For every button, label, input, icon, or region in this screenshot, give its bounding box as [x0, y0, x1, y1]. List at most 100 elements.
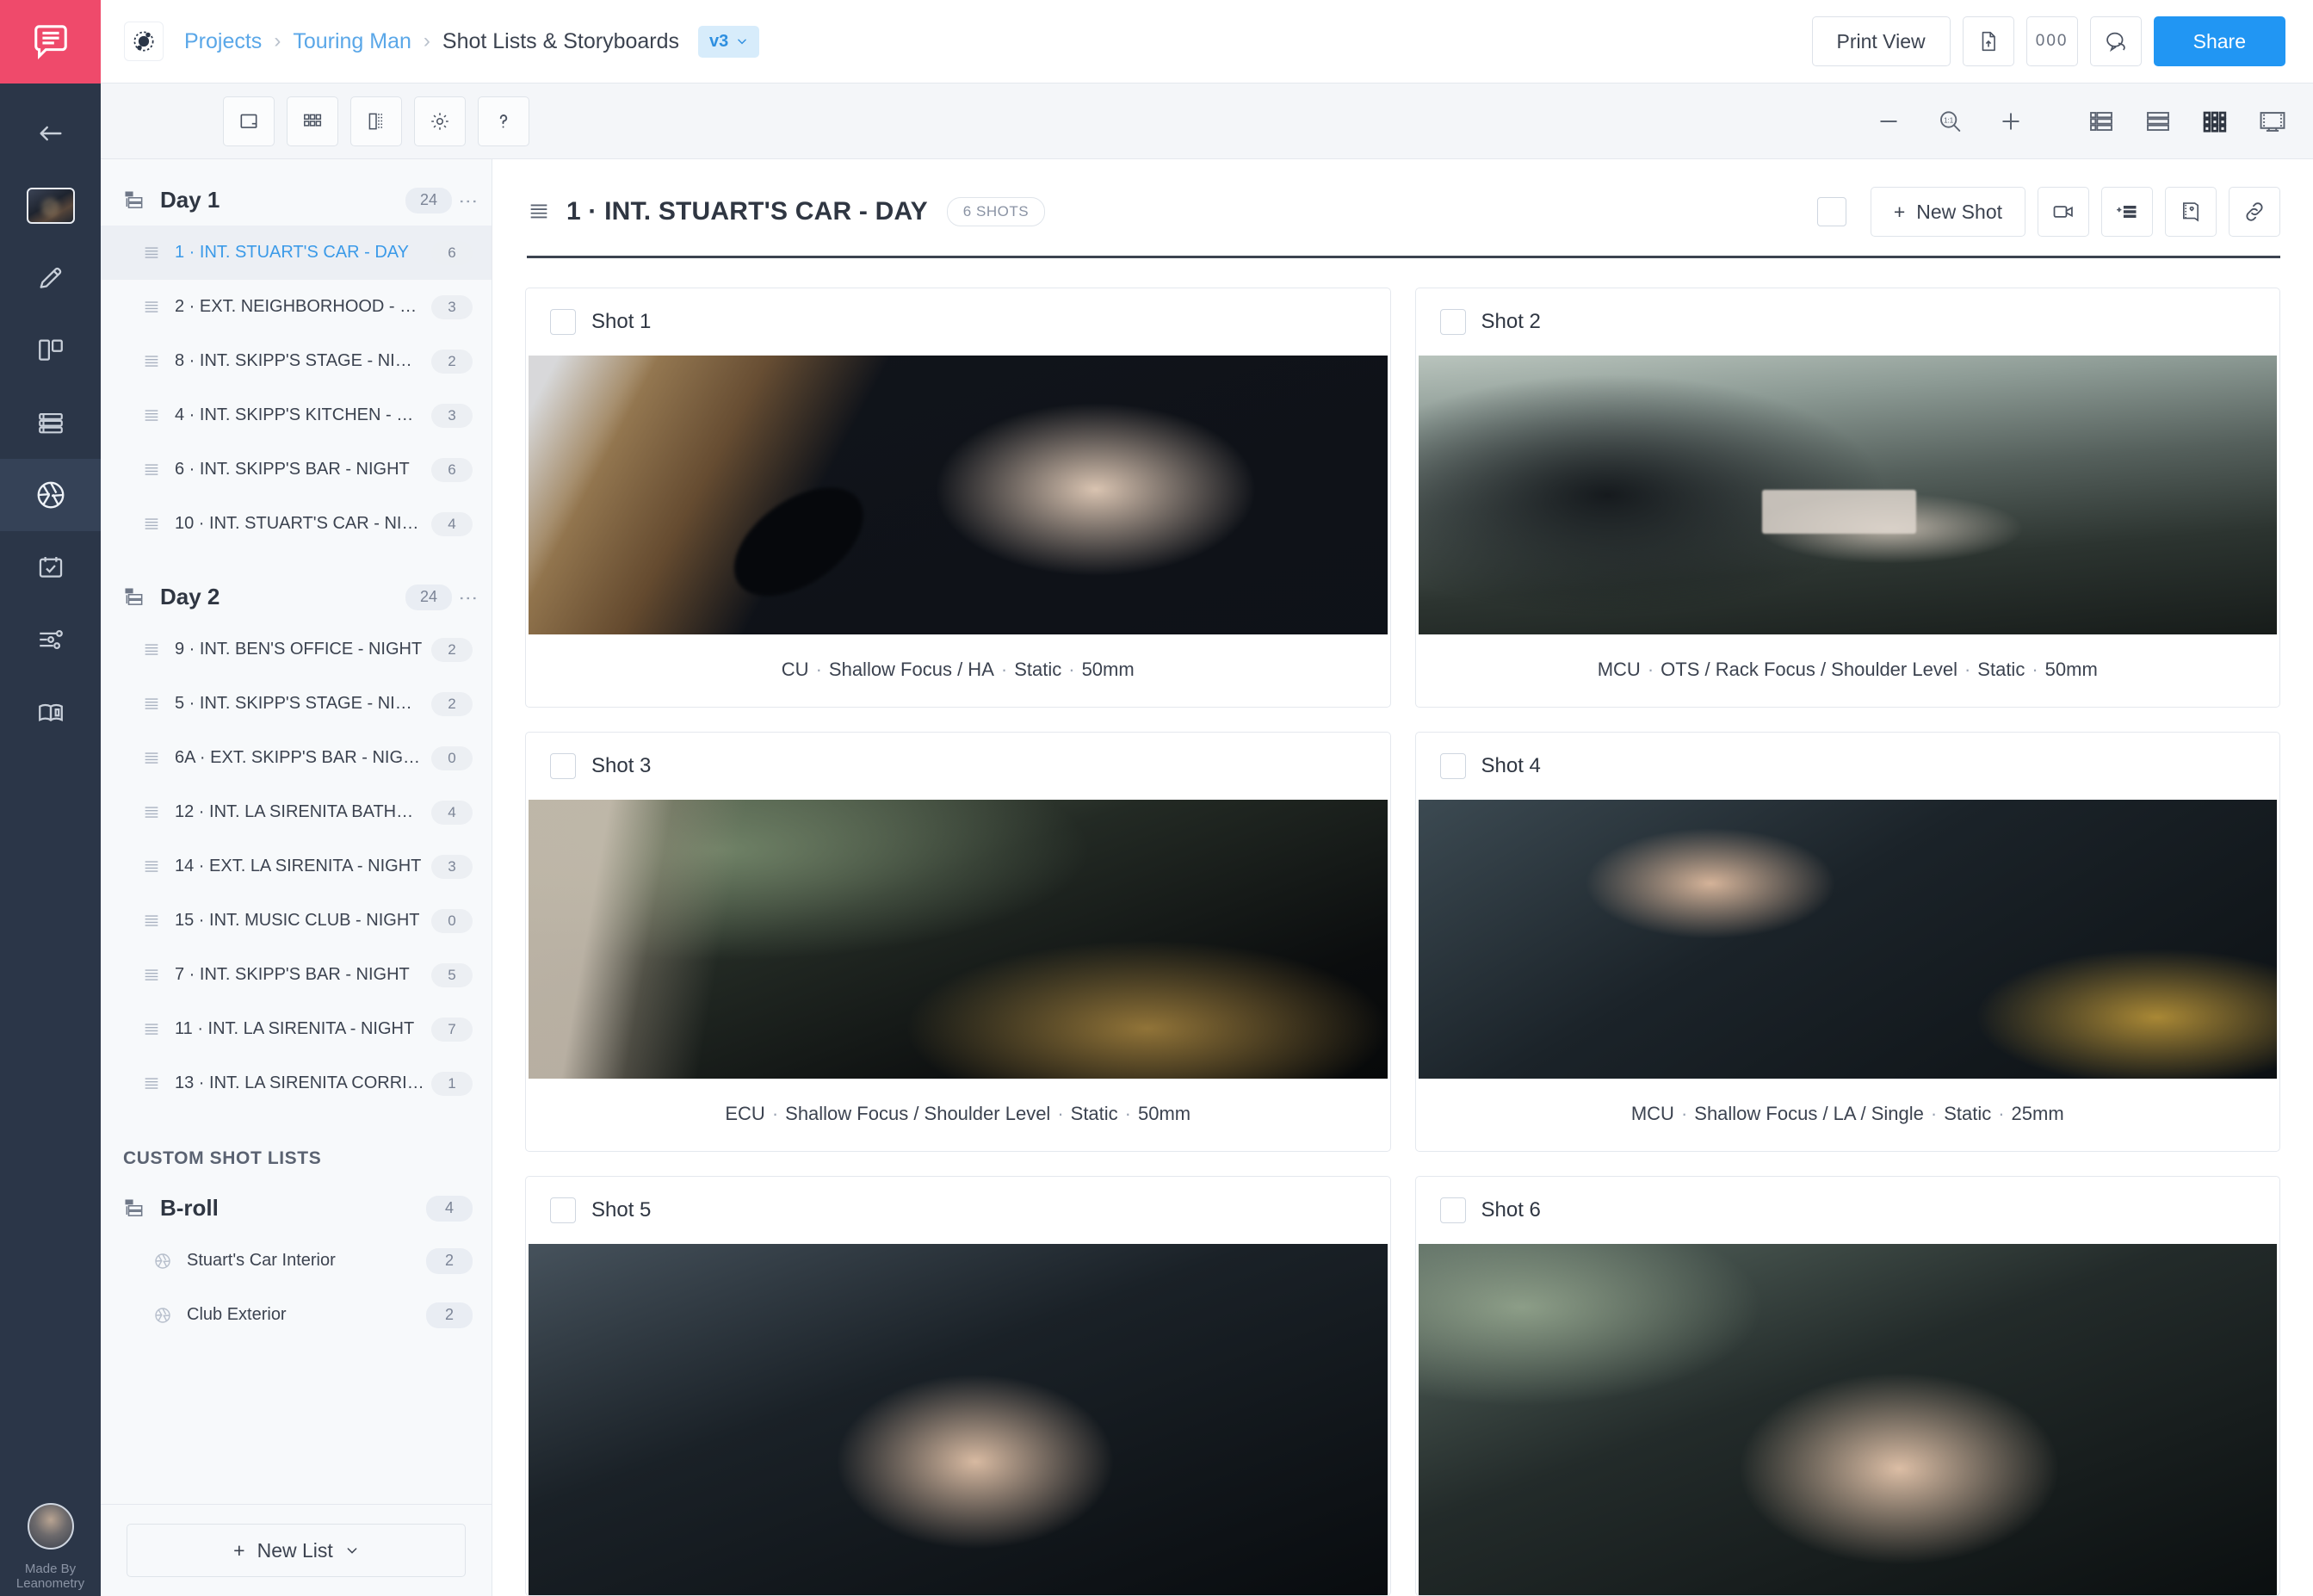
shot-count-badge: 6 SHOTS — [947, 197, 1045, 226]
user-avatar[interactable] — [28, 1503, 74, 1550]
more-options-button[interactable]: 000 — [2026, 16, 2078, 66]
shot-checkbox[interactable] — [550, 753, 576, 779]
rail-item-shot-lists[interactable] — [0, 459, 101, 531]
shot-checkbox[interactable] — [550, 1197, 576, 1223]
sidebar-custom-club-exterior[interactable]: Club Exterior 2 — [101, 1288, 492, 1342]
group-label: B-roll — [160, 1195, 219, 1222]
sidebar-scene-8[interactable]: 8 · INT. SKIPP'S STAGE - NIGHT 2 — [101, 334, 492, 388]
rail-item-settings[interactable] — [0, 603, 101, 676]
plus-icon — [1998, 108, 2024, 134]
new-list-button[interactable]: + New List — [127, 1524, 466, 1577]
breadcrumb-projects[interactable]: Projects — [184, 29, 262, 54]
scene-count-badge: 4 — [431, 512, 473, 536]
view-mode-list-thumbs[interactable] — [2087, 108, 2115, 135]
comment-bubble-icon — [2104, 29, 2128, 53]
zoom-fit-button[interactable]: 1:1 — [1936, 108, 1964, 135]
export-button[interactable] — [1963, 16, 2014, 66]
scene-count-badge: 3 — [431, 404, 473, 428]
list-rows-icon — [2144, 108, 2172, 135]
breadcrumb-touring-man[interactable]: Touring Man — [293, 29, 411, 54]
shot-checkbox[interactable] — [1440, 1197, 1466, 1223]
sidebar-group-b-roll[interactable]: B-roll 4 — [101, 1183, 492, 1234]
shot-thumbnail[interactable] — [1419, 356, 2278, 634]
zoom-out-button[interactable] — [1876, 108, 1902, 134]
sidebar-scene-13[interactable]: 13 · INT. LA SIRENITA CORRID... 1 — [101, 1056, 492, 1110]
shot-thumbnail[interactable] — [1419, 1244, 2278, 1595]
sidebar-scene-2[interactable]: 2 · EXT. NEIGHBORHOOD - DAY 3 — [101, 280, 492, 334]
version-selector[interactable]: v3 — [698, 26, 759, 58]
shot-card[interactable]: Shot 6 — [1415, 1176, 2281, 1596]
link-button[interactable] — [2229, 187, 2280, 237]
app-logo[interactable] — [0, 0, 101, 84]
rail-item-script[interactable] — [0, 242, 101, 314]
zoom-in-button[interactable] — [1998, 108, 2024, 134]
shot-style: Shallow Focus / LA / Single — [1694, 1103, 1924, 1124]
storyboard-button[interactable] — [2165, 187, 2217, 237]
help-tool-button[interactable] — [478, 96, 529, 146]
sidebar-scene-11[interactable]: 11 · INT. LA SIRENITA - NIGHT 7 — [101, 1002, 492, 1056]
shot-card[interactable]: Shot 3 ECU·Shallow Focus / Shoulder Leve… — [525, 732, 1391, 1152]
scene-label: 7 · INT. SKIPP'S BAR - NIGHT — [175, 965, 410, 985]
rail-item-breakdown[interactable] — [0, 314, 101, 387]
shot-thumbnail[interactable] — [529, 356, 1388, 634]
shot-checkbox[interactable] — [1440, 753, 1466, 779]
shot-thumbnail[interactable] — [529, 1244, 1388, 1595]
scene-label: 10 · INT. STUART'S CAR - NIGHT — [175, 514, 424, 534]
scene-sidebar: Day 1 24 ⋮ 1 · INT. STUART'S CAR - DAY 6… — [101, 159, 492, 1596]
grid-tool-button[interactable] — [287, 96, 338, 146]
shot-card[interactable]: Shot 2 MCU·OTS / Rack Focus / Shoulder L… — [1415, 288, 2281, 708]
custom-list-count-badge: 2 — [426, 1302, 473, 1328]
group-menu-button[interactable]: ⋮ — [464, 192, 473, 209]
frame-tool-button[interactable] — [223, 96, 275, 146]
add-to-list-button[interactable] — [2101, 187, 2153, 237]
rail-item-project-thumb[interactable] — [0, 170, 101, 242]
sidebar-scene-7[interactable]: 7 · INT. SKIPP'S BAR - NIGHT 5 — [101, 948, 492, 1002]
shot-thumbnail[interactable] — [1419, 800, 2278, 1079]
rail-back-button[interactable] — [0, 97, 101, 170]
select-all-checkbox[interactable] — [1817, 197, 1846, 226]
scene-count-badge: 2 — [431, 692, 473, 716]
sidebar-custom-stuarts-car-interior[interactable]: Stuart's Car Interior 2 — [101, 1234, 492, 1288]
shot-card[interactable]: Shot 5 — [525, 1176, 1391, 1596]
add-to-list-icon — [2115, 200, 2139, 224]
panel-tool-button[interactable] — [350, 96, 402, 146]
sidebar-group-day-1[interactable]: Day 1 24 ⋮ — [101, 175, 492, 226]
sidebar-scene-5[interactable]: 5 · INT. SKIPP'S STAGE - NIGHT 2 — [101, 677, 492, 731]
sidebar-group-day-2[interactable]: Day 2 24 ⋮ — [101, 572, 492, 622]
rail-item-call-sheets[interactable] — [0, 531, 101, 603]
sidebar-scene-1[interactable]: 1 · INT. STUART'S CAR - DAY 6 — [101, 226, 492, 280]
view-mode-grid[interactable] — [2201, 108, 2229, 135]
shot-card[interactable]: Shot 1 CU·Shallow Focus / HA·Static·50mm — [525, 288, 1391, 708]
comments-button[interactable] — [2090, 16, 2142, 66]
share-button[interactable]: Share — [2154, 16, 2285, 66]
shot-thumbnail[interactable] — [529, 800, 1388, 1079]
sidebar-scroll[interactable]: Day 1 24 ⋮ 1 · INT. STUART'S CAR - DAY 6… — [101, 159, 492, 1504]
group-menu-button[interactable]: ⋮ — [464, 589, 473, 606]
sidebar-scene-14[interactable]: 14 · EXT. LA SIRENITA - NIGHT 3 — [101, 839, 492, 894]
sidebar-scene-9[interactable]: 9 · INT. BEN'S OFFICE - NIGHT 2 — [101, 622, 492, 677]
sidebar-scene-6[interactable]: 6 · INT. SKIPP'S BAR - NIGHT 6 — [101, 442, 492, 497]
video-button[interactable] — [2038, 187, 2089, 237]
new-shot-button[interactable]: + New Shot — [1871, 187, 2025, 237]
rail-item-schedule[interactable] — [0, 387, 101, 459]
view-mode-list-rows[interactable] — [2144, 108, 2172, 135]
svg-text:1:1: 1:1 — [1944, 116, 1954, 124]
sidebar-scene-15[interactable]: 15 · INT. MUSIC CLUB - NIGHT 0 — [101, 894, 492, 948]
settings-tool-button[interactable] — [414, 96, 466, 146]
shot-checkbox[interactable] — [550, 309, 576, 335]
sidebar-scene-4[interactable]: 4 · INT. SKIPP'S KITCHEN - NIG... 3 — [101, 388, 492, 442]
view-mode-storyboard[interactable] — [2258, 107, 2287, 136]
aperture-icon — [34, 479, 67, 511]
shotlist-group-icon — [123, 586, 145, 609]
scene-lines-icon — [142, 515, 161, 534]
shot-checkbox[interactable] — [1440, 309, 1466, 335]
sidebar-scene-6a[interactable]: 6A · EXT. SKIPP'S BAR - NIGHT 0 — [101, 731, 492, 785]
sidebar-scene-10[interactable]: 10 · INT. STUART'S CAR - NIGHT 4 — [101, 497, 492, 551]
sidebar-scene-12[interactable]: 12 · INT. LA SIRENITA BATHRO... 4 — [101, 785, 492, 839]
rail-item-reports[interactable] — [0, 676, 101, 748]
scene-count-badge: 0 — [431, 746, 473, 770]
print-view-button[interactable]: Print View — [1812, 16, 1951, 66]
topbar-actions: Print View 000 Shar — [1812, 16, 2286, 66]
shot-card[interactable]: Shot 4 MCU·Shallow Focus / LA / Single·S… — [1415, 732, 2281, 1152]
project-avatar[interactable] — [124, 22, 164, 61]
